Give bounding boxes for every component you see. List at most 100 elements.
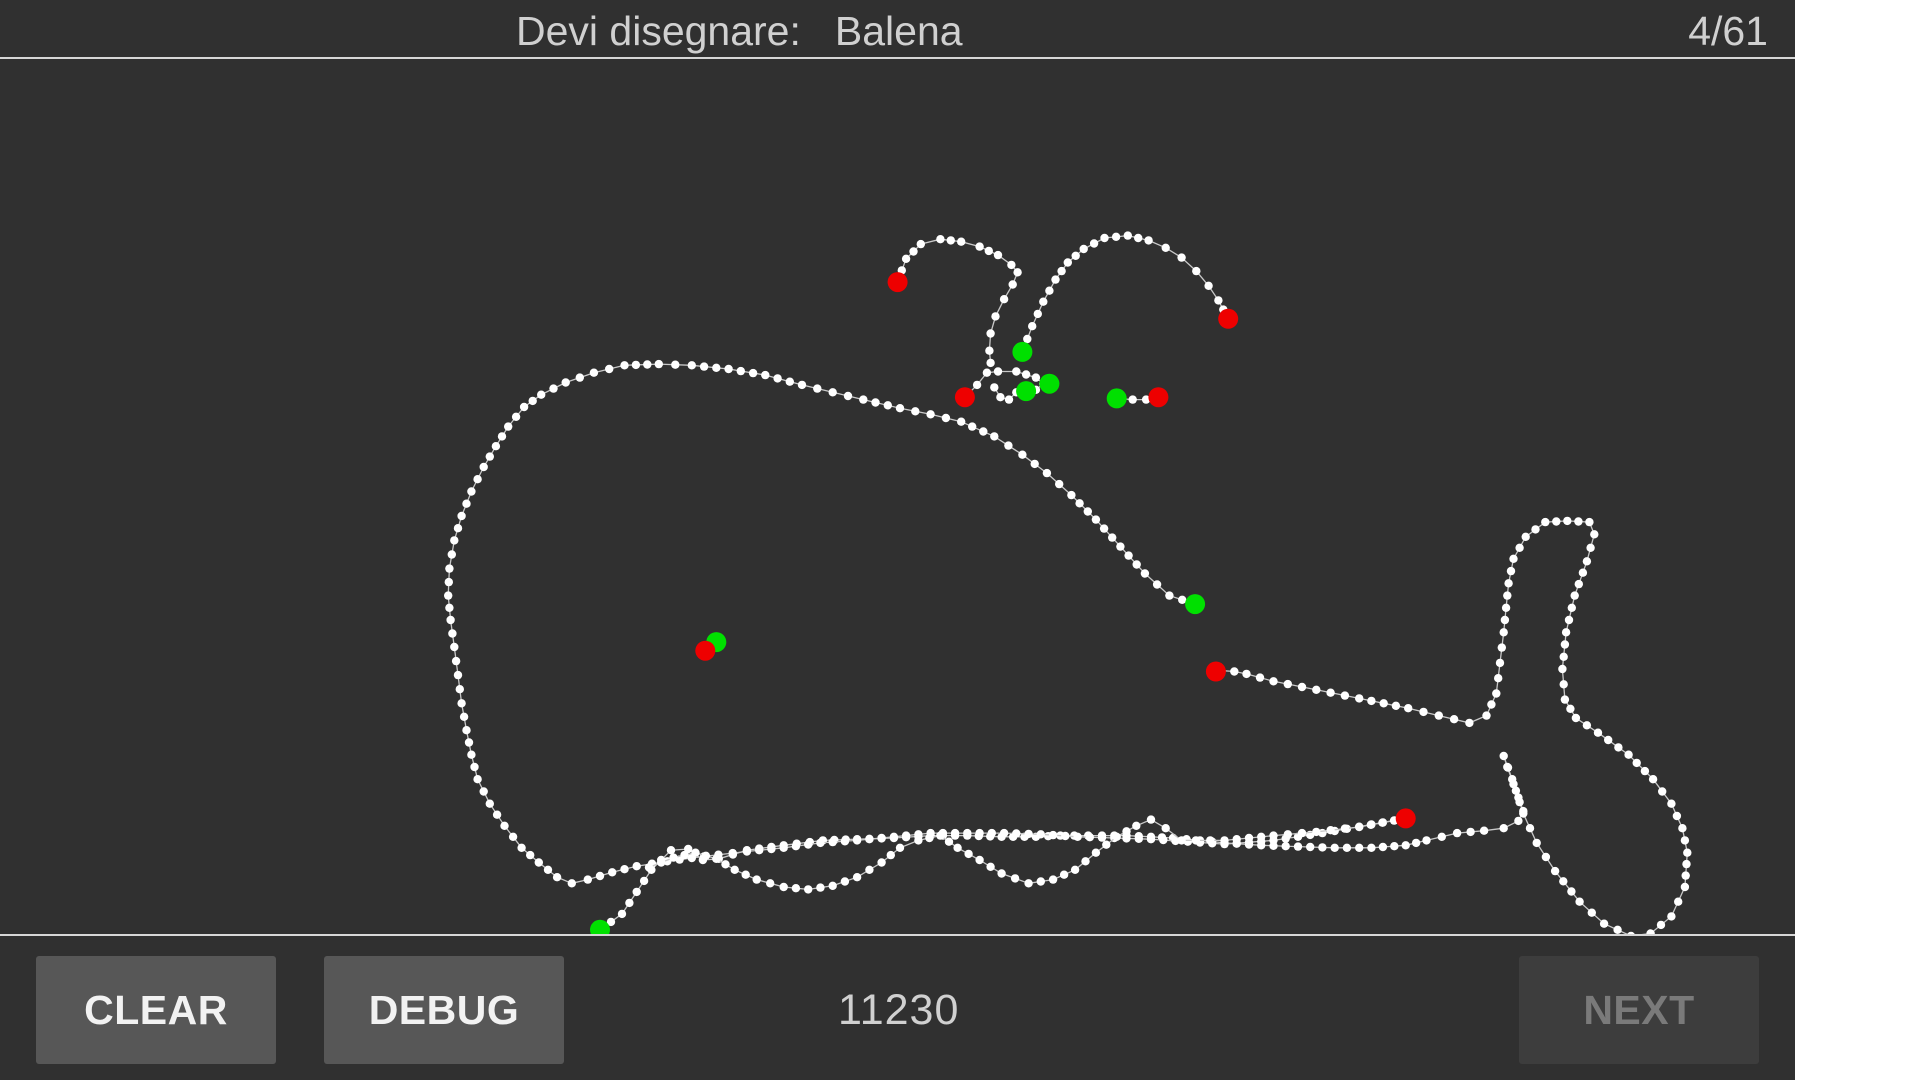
stroke-point [517, 843, 526, 852]
stroke-point [987, 828, 996, 838]
stroke-point [1255, 673, 1265, 682]
stroke-point [1192, 266, 1201, 276]
stroke-point [883, 401, 892, 410]
stroke-point [944, 837, 954, 846]
stroke-point [1355, 843, 1364, 852]
stroke-point [444, 577, 453, 587]
stroke-point [1559, 680, 1568, 689]
stroke-point [1499, 628, 1508, 637]
stroke-point [654, 359, 663, 369]
stroke-point [1340, 691, 1350, 700]
stroke-point [617, 909, 627, 919]
stroke-point [450, 536, 459, 545]
stroke-point [1574, 579, 1584, 589]
stroke-point [1487, 700, 1496, 709]
stroke-point [1680, 882, 1690, 892]
stroke-point [779, 843, 788, 852]
stroke-point [1057, 266, 1066, 276]
stroke-point [451, 656, 461, 666]
stroke-point [797, 380, 807, 390]
stroke-point [1012, 367, 1021, 376]
stroke-point [1191, 836, 1201, 845]
stroke-point [526, 850, 535, 860]
stroke-point [752, 875, 761, 884]
stroke-point [1177, 253, 1186, 262]
stroke-point [1134, 834, 1144, 843]
stroke-point [1326, 688, 1335, 697]
stroke-point [975, 828, 984, 838]
stroke-point [1075, 499, 1084, 508]
stroke-point [473, 775, 482, 784]
stroke-point [1449, 715, 1459, 724]
stroke-point [972, 380, 982, 390]
app-screen: Devi disegnare: Balena 4/61 CLEAR DEBUG 1… [0, 0, 1795, 1080]
stroke-point [748, 368, 758, 378]
stroke-start-marker [1012, 341, 1033, 362]
stroke-point [1165, 591, 1174, 600]
stroke-point [1683, 848, 1692, 857]
stroke-point [657, 858, 666, 867]
stroke-point [1045, 286, 1054, 295]
stroke-point [504, 422, 513, 431]
stroke-point [450, 642, 459, 652]
stroke-point [852, 836, 862, 845]
sketch-stroke [444, 359, 1410, 888]
stroke-point [964, 849, 973, 859]
stroke-point [1340, 824, 1350, 833]
score-display: 11230 [838, 986, 960, 1034]
stroke-point [1499, 751, 1508, 761]
stroke-point [1465, 718, 1474, 728]
next-button[interactable]: NEXT [1519, 956, 1759, 1064]
stroke-point [1036, 877, 1046, 886]
stroke-point [1018, 450, 1027, 459]
stroke-point [957, 417, 966, 426]
stroke-point [1506, 566, 1516, 576]
stroke-point [1312, 827, 1321, 837]
stroke-point [1682, 859, 1691, 869]
stroke-point [982, 368, 992, 377]
stroke-point [1242, 669, 1251, 679]
stroke-point [1161, 243, 1170, 252]
stroke-point [1571, 713, 1581, 723]
stroke-point [997, 869, 1006, 878]
stroke-point [448, 629, 457, 638]
clear-button[interactable]: CLEAR [36, 956, 276, 1064]
header-bar: Devi disegnare: Balena 4/61 [0, 0, 1795, 59]
stroke-point [1091, 848, 1101, 857]
stroke-point [828, 388, 837, 397]
prompt-label: Devi disegnare: [516, 8, 801, 54]
stroke-point [575, 373, 584, 382]
stroke-point [1658, 787, 1667, 796]
stroke-point [1560, 640, 1570, 649]
stroke-point [479, 787, 488, 796]
stroke-end-marker [887, 272, 908, 293]
debug-button[interactable]: DEBUG [324, 956, 564, 1064]
stroke-point [511, 412, 521, 421]
stroke-point [1024, 879, 1033, 888]
stroke-point [497, 432, 507, 441]
stroke-point [453, 524, 463, 533]
stroke-point [470, 762, 479, 772]
stroke-point [457, 511, 466, 521]
stroke-point [993, 250, 1003, 260]
stroke-point [1515, 543, 1524, 552]
stroke-point [1422, 836, 1431, 845]
stroke-point [1515, 797, 1524, 807]
stroke-point [968, 422, 977, 431]
stroke-point [1269, 677, 1278, 686]
stroke-point [984, 246, 993, 256]
stroke-point [816, 838, 825, 848]
stroke-point [1434, 711, 1444, 720]
stroke-point [852, 873, 862, 882]
stroke-point [816, 883, 825, 892]
stroke-point [537, 390, 546, 399]
stroke-point [1419, 707, 1428, 717]
stroke-point [1008, 280, 1017, 289]
stroke-point [950, 828, 960, 838]
stroke-point [1614, 743, 1623, 752]
stroke-point [1521, 532, 1530, 541]
drawing-canvas[interactable] [0, 59, 1795, 934]
stroke-point [1214, 296, 1223, 305]
stroke-point [779, 882, 788, 892]
stroke-point [1587, 908, 1597, 917]
